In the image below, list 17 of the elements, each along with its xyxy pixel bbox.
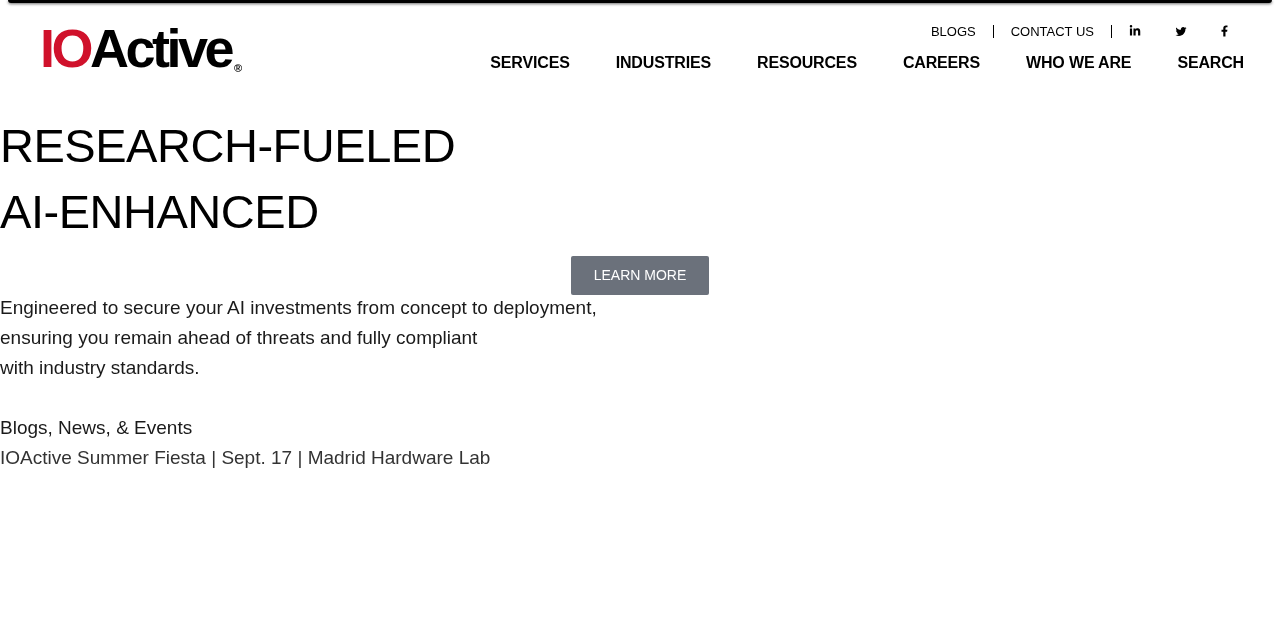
nav-link[interactable]: SEARCH: [1177, 55, 1244, 71]
news-heading: Blogs, News, & Events: [0, 416, 194, 440]
hero-headline: RESEARCH-FUELED AI-ENHANCED: [0, 118, 457, 240]
linkedin-icon[interactable]: [1129, 25, 1141, 37]
nav-link[interactable]: RESOURCES: [757, 55, 857, 71]
nav-link[interactable]: CAREERS: [902, 55, 981, 71]
nav-link[interactable]: WHO WE ARE: [1026, 55, 1132, 71]
news-link[interactable]: IOActive Summer Fiesta | Sept. 17 | Madrid Hardware Lab: [0, 443, 491, 473]
nav-link[interactable]: INDUSTRIES: [615, 55, 711, 71]
utility-link[interactable]: CONTACT US: [1010, 24, 1094, 38]
nav-link[interactable]: SERVICES: [490, 55, 570, 71]
utility-link[interactable]: BLOGS: [930, 24, 976, 38]
hero-description: Engineered to secure your AI investments from concept to deployment, ensuring you remain ahead of threats and fully compliant with industry standards.: [0, 296, 598, 380]
facebook-icon[interactable]: [1221, 25, 1228, 37]
learn-more-button[interactable]: LEARN MORE: [571, 256, 709, 295]
logo[interactable]: IOActive®: [40, 21, 243, 75]
twitter-icon[interactable]: [1175, 25, 1187, 37]
